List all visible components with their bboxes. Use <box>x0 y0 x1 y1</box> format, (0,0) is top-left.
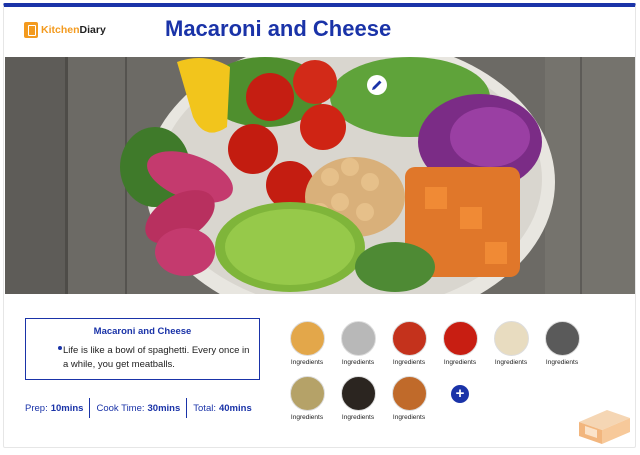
tomato-icon <box>442 321 478 356</box>
logo-icon <box>24 22 38 38</box>
ingredient-item[interactable]: Ingredients <box>435 321 485 366</box>
chili-icon <box>391 321 427 356</box>
recipe-times: Prep: 10mins Cook Time: 30mins Total: 40min… <box>25 398 258 418</box>
ingredient-item[interactable]: Ingredients <box>384 321 434 366</box>
page-title: Macaroni and Cheese <box>165 16 392 41</box>
app-logo[interactable]: KitchenDiary <box>24 22 106 38</box>
ingredient-item[interactable]: Ingredients <box>486 321 536 366</box>
recipe-description-card: Macaroni and Cheese Life is like a bowl … <box>25 318 260 380</box>
pasta-icon <box>289 321 325 356</box>
cook-time: Cook Time: 30mins <box>96 402 181 414</box>
logo-text: KitchenDiary <box>41 24 106 36</box>
jar-icon <box>340 321 376 356</box>
ingredient-item[interactable]: Ingredients <box>282 321 332 366</box>
book-icon <box>577 408 632 451</box>
ingredient-item[interactable]: Ingredients <box>282 376 332 421</box>
edit-image-button[interactable] <box>367 75 387 95</box>
recipe-hero-image <box>5 57 635 294</box>
description-title: Macaroni and Cheese <box>93 326 192 337</box>
bullet-icon <box>58 346 62 350</box>
milk-icon <box>544 321 580 356</box>
ingredient-item[interactable]: Ingredients <box>537 321 587 366</box>
mushroom-icon <box>493 321 529 356</box>
ingredient-item[interactable]: Ingredients <box>333 321 383 366</box>
spices-icon <box>391 376 427 411</box>
page: KitchenDiary Macaroni and Cheese Macaron… <box>0 0 640 455</box>
add-ingredient-button[interactable]: + <box>451 385 469 403</box>
total-time: Total: 40mins <box>193 402 252 414</box>
ingredient-item[interactable]: Ingredients <box>333 376 383 421</box>
description-text: Life is like a bowl of spaghetti. Every … <box>63 345 250 370</box>
pencil-icon <box>372 80 382 90</box>
ingredient-item[interactable]: Ingredients <box>384 376 434 421</box>
garlic-icon <box>289 376 325 411</box>
prep-time: Prep: 10mins <box>25 402 84 414</box>
pepper-icon <box>340 376 376 411</box>
